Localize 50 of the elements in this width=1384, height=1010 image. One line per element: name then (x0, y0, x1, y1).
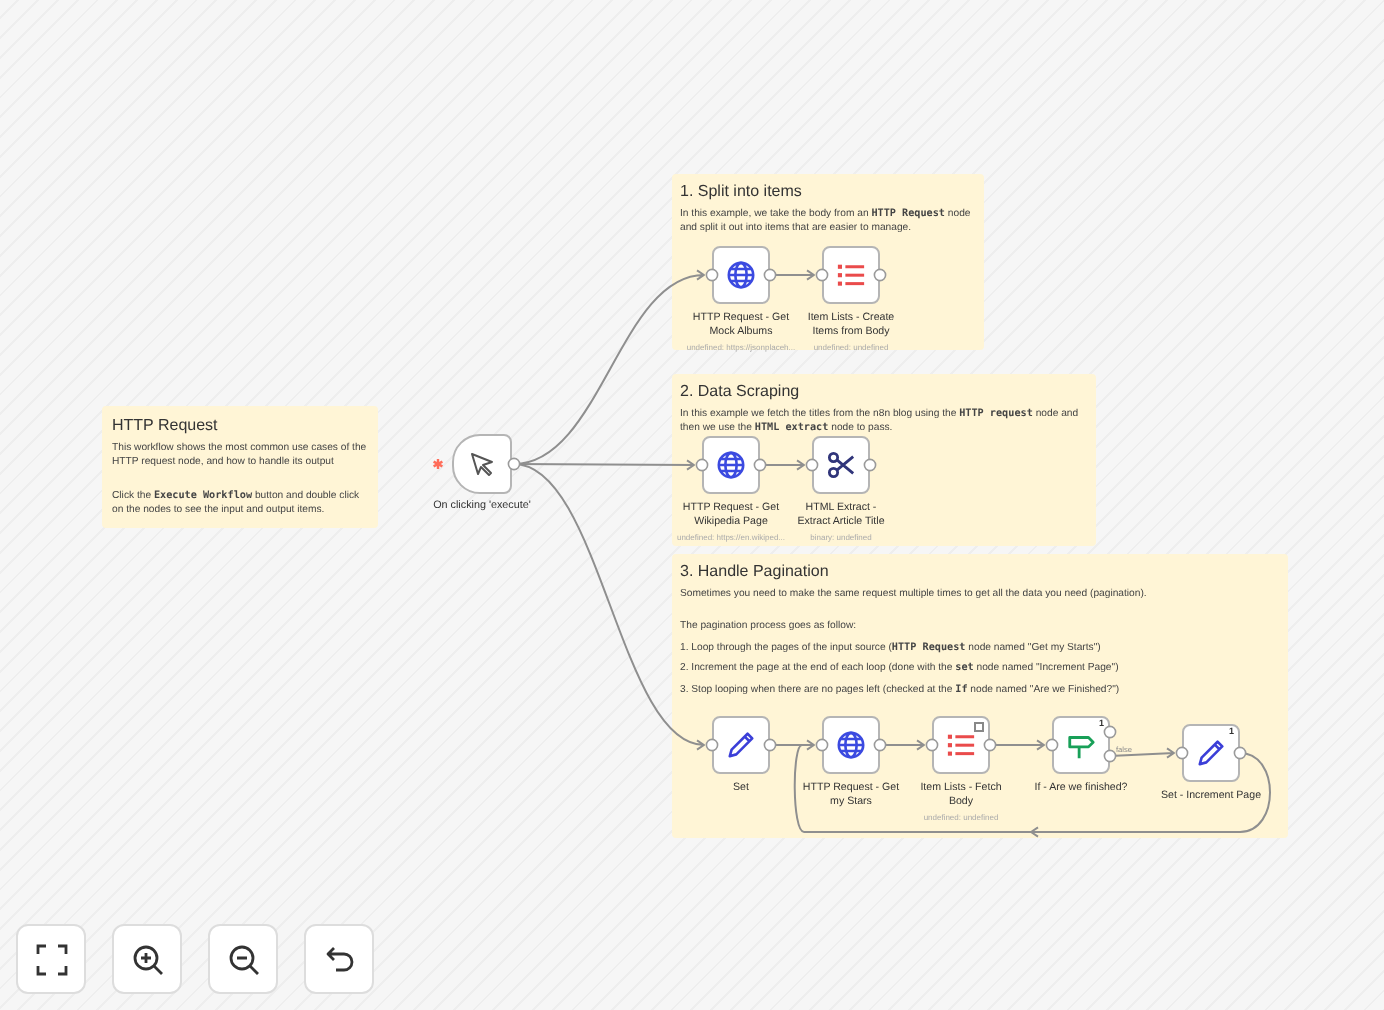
sticky-note[interactable] (102, 406, 378, 528)
connection-handle[interactable] (1045, 738, 1059, 752)
connection-handle[interactable] (873, 738, 887, 752)
pencil-icon (1196, 738, 1226, 768)
note-title: 3. Handle Pagination (680, 562, 831, 580)
connection-handle[interactable] (1175, 746, 1189, 760)
trigger-node[interactable] (452, 434, 512, 494)
zoom-out-icon (227, 943, 259, 975)
note-title: 2. Data Scraping (680, 382, 802, 400)
trigger-mark-icon (432, 458, 444, 470)
connection-handle[interactable] (805, 458, 819, 472)
connection-handle[interactable] (815, 738, 829, 752)
workflow-node[interactable] (822, 246, 880, 304)
connection-handle[interactable] (863, 458, 877, 472)
workflow-node[interactable] (812, 436, 870, 494)
zoom-in-button[interactable] (112, 924, 182, 994)
workflow-node[interactable] (932, 716, 990, 774)
connection-handle[interactable] (983, 738, 997, 752)
workflow-node[interactable] (702, 436, 760, 494)
pencil-icon (726, 730, 756, 760)
scissors-icon (826, 450, 856, 480)
zoom-in-icon (131, 943, 163, 975)
connection-handle[interactable] (507, 457, 521, 471)
reset-button[interactable] (304, 924, 374, 994)
signpost-icon (1066, 730, 1096, 760)
connection-handle[interactable] (763, 738, 777, 752)
connection-handle[interactable] (1233, 746, 1247, 760)
connection-handle[interactable] (705, 738, 719, 752)
workflow-node[interactable] (712, 246, 770, 304)
note-title: HTTP Request (112, 416, 220, 434)
fullscreen-icon (35, 943, 67, 975)
cursor-icon (468, 450, 496, 478)
connection-handle[interactable] (873, 268, 887, 282)
connection-handle[interactable] (925, 738, 939, 752)
globe-icon (836, 730, 866, 760)
note-title: 1. Split into items (680, 182, 804, 200)
workflow-node[interactable] (822, 716, 880, 774)
list-icon (836, 260, 866, 290)
connection-handle[interactable] (753, 458, 767, 472)
globe-icon (726, 260, 756, 290)
fit-view-button[interactable] (16, 924, 86, 994)
undo-icon (323, 943, 355, 975)
connection-handle[interactable] (815, 268, 829, 282)
zoom-out-button[interactable] (208, 924, 278, 994)
connection-handle[interactable] (705, 268, 719, 282)
globe-icon (716, 450, 746, 480)
list-icon (946, 730, 976, 760)
connection-handle[interactable] (763, 268, 777, 282)
connection-handle[interactable] (695, 458, 709, 472)
workflow-node[interactable] (712, 716, 770, 774)
